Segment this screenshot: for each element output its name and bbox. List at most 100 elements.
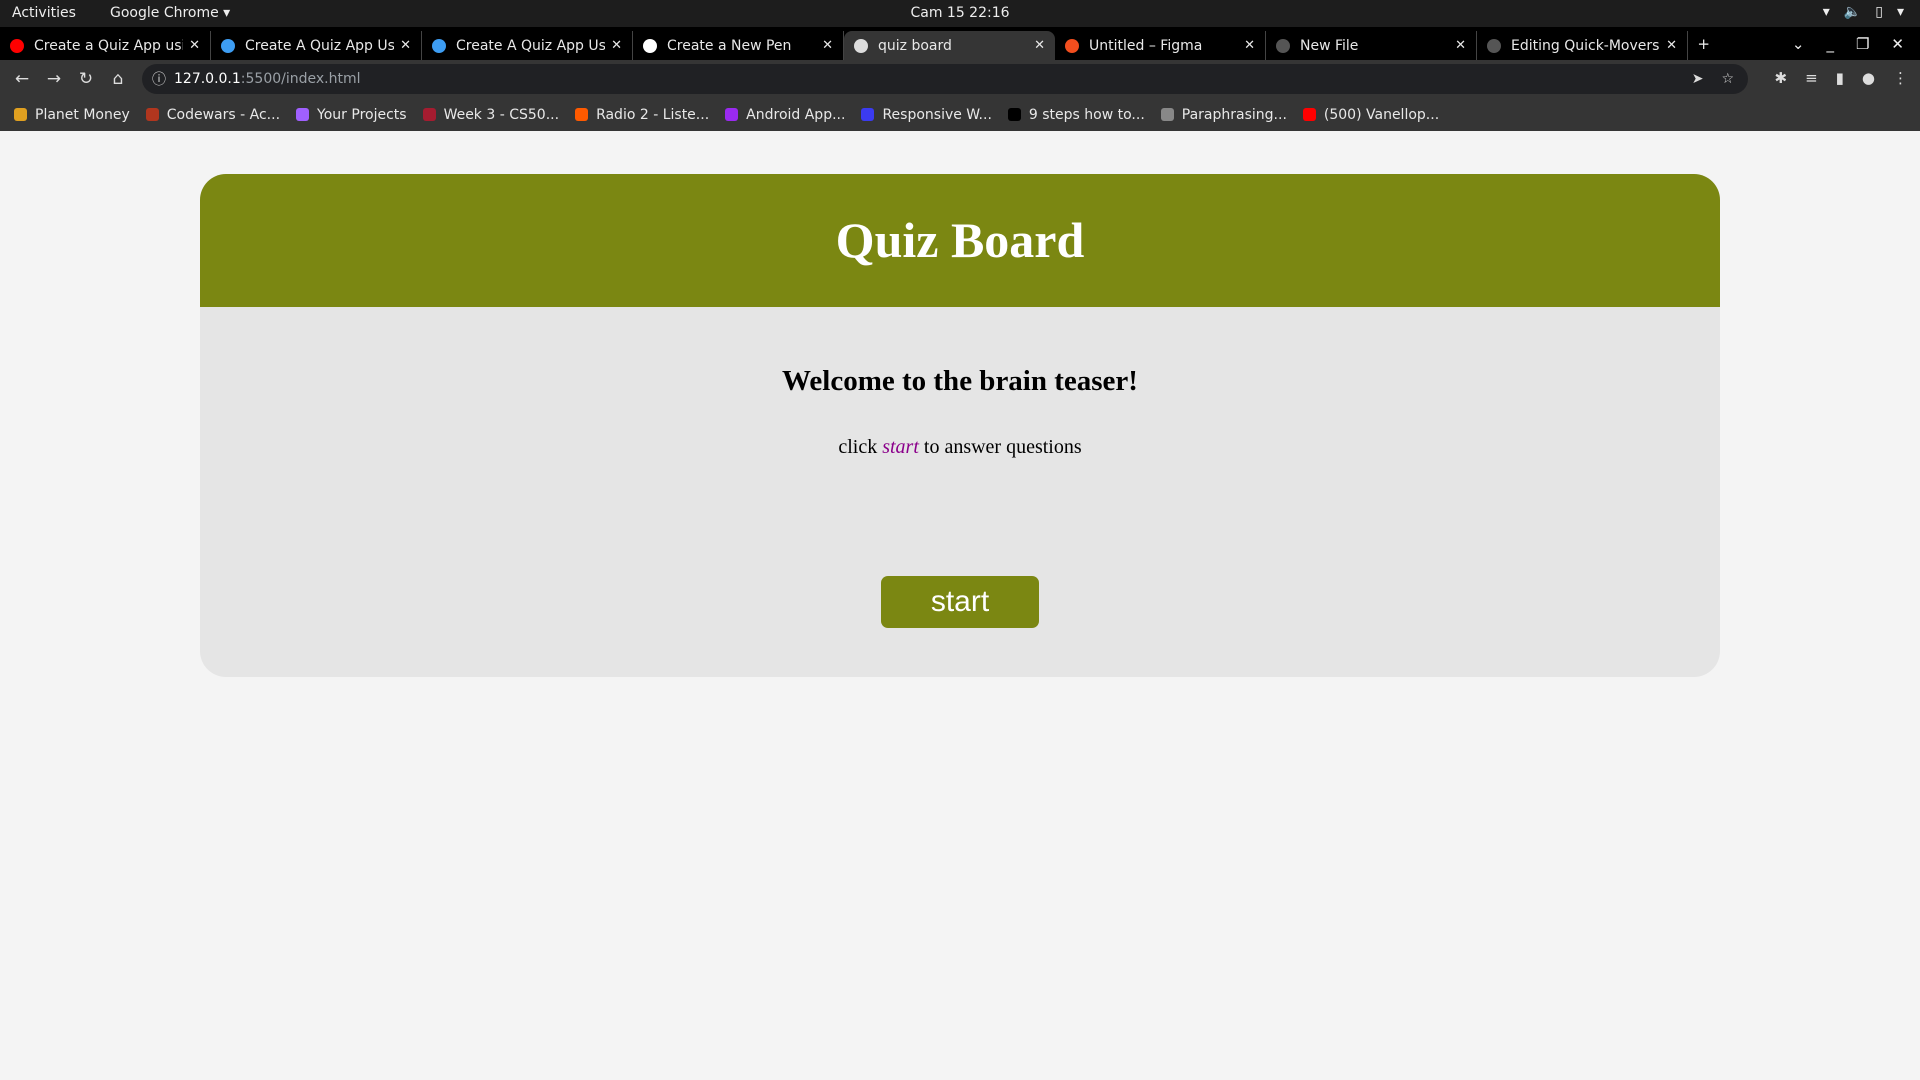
bookmark[interactable]: Responsive W... <box>861 106 992 123</box>
welcome-heading: Welcome to the brain teaser! <box>782 365 1138 397</box>
tab-title: Untitled – Figma <box>1089 37 1203 54</box>
bookmark-favicon-icon <box>1302 108 1316 121</box>
close-icon[interactable]: ✕ <box>822 38 833 53</box>
star-icon[interactable]: ☆ <box>1721 71 1734 87</box>
back-icon[interactable]: ← <box>6 69 38 89</box>
bookmark-favicon-icon <box>422 108 436 121</box>
close-window-icon[interactable]: ✕ <box>1891 35 1904 53</box>
close-icon[interactable]: ✕ <box>400 38 411 53</box>
bookmark[interactable]: Codewars - Ac... <box>145 106 281 123</box>
quiz-card: Quiz Board Welcome to the brain teaser! … <box>200 174 1720 677</box>
bookmark[interactable]: Android App... <box>725 107 845 123</box>
browser-tab[interactable]: New File ✕ <box>1266 31 1477 60</box>
favicon-icon <box>643 38 657 53</box>
bookmark-label: Week 3 - CS50... <box>443 106 560 123</box>
bookmark-label: Paraphrasing... <box>1181 106 1287 123</box>
menu-icon[interactable]: ⋮ <box>1893 69 1908 87</box>
bookmark-favicon-icon <box>861 108 875 121</box>
bookmark-label: 9 steps how to... <box>1028 106 1145 123</box>
url-host: 127.0.0.1 <box>174 71 241 87</box>
restore-icon[interactable]: ❐ <box>1856 35 1869 53</box>
url-path: :5500/index.html <box>240 71 361 87</box>
bookmark-favicon-icon <box>145 108 159 121</box>
extensions-icon[interactable]: ✱ <box>1774 69 1787 87</box>
bookmark-favicon-icon <box>725 108 739 121</box>
bookmark-label: Responsive W... <box>882 106 992 123</box>
bookmark[interactable]: Radio 2 - Liste... <box>575 107 709 123</box>
bookmark[interactable]: Paraphrasing... <box>1160 106 1287 123</box>
address-bar[interactable]: ⓘ 127.0.0.1:5500/index.html ➤ ☆ <box>142 64 1748 94</box>
bookmark-label: Codewars - Ac... <box>166 106 281 123</box>
page-title: Quiz Board <box>200 174 1720 307</box>
chevron-down-icon: ▾ <box>1896 4 1904 20</box>
tab-title: Create a Quiz App using <box>34 37 183 54</box>
tab-title: Create A Quiz App Using <box>456 37 606 54</box>
favicon-icon <box>1487 38 1501 53</box>
browser-tab[interactable]: Editing Quick-Movers ✕ <box>1477 31 1688 60</box>
tab-title: quiz board <box>878 37 952 54</box>
instr-text: to answer questions <box>918 436 1082 458</box>
close-icon[interactable]: ✕ <box>189 38 200 53</box>
info-icon[interactable]: ⓘ <box>152 69 166 89</box>
reload-icon[interactable]: ↻ <box>70 69 102 89</box>
bookmark-favicon-icon <box>296 108 310 121</box>
favicon-icon <box>10 38 24 53</box>
activities-button[interactable]: Activities <box>12 5 76 21</box>
browser-tab[interactable]: Create a New Pen ✕ <box>633 31 844 60</box>
media-icon[interactable]: ≡ <box>1805 69 1818 87</box>
close-icon[interactable]: ✕ <box>1666 38 1677 53</box>
bookmark[interactable]: 9 steps how to... <box>1007 106 1145 123</box>
tab-strip: Create a Quiz App using✕Create A Quiz Ap… <box>0 27 1920 60</box>
tab-search-icon[interactable]: ⌄ <box>1792 35 1805 53</box>
system-tray[interactable]: ▾ 🔈 ▯ ▾ <box>1823 4 1904 20</box>
close-icon[interactable]: ✕ <box>611 38 622 53</box>
favicon-icon <box>1276 38 1290 53</box>
avatar[interactable]: ● <box>1862 69 1875 87</box>
bookmark-label: Your Projects <box>317 106 407 123</box>
bookmark[interactable]: Week 3 - CS50... <box>422 106 560 123</box>
os-top-bar: Activities Google Chrome ▾ Cam 15 22:16 … <box>0 0 1920 27</box>
bookmark-favicon-icon <box>1007 108 1021 121</box>
close-icon[interactable]: ✕ <box>1034 38 1045 53</box>
clock[interactable]: Cam 15 22:16 <box>0 5 1920 21</box>
tab-title: Create a New Pen <box>667 37 792 54</box>
minimize-icon[interactable]: _ <box>1826 35 1834 53</box>
tab-title: New File <box>1300 37 1359 54</box>
bookmark[interactable]: Planet Money <box>14 107 130 123</box>
window-controls: + ⌄ _ ❐ ✕ <box>1697 27 1920 60</box>
favicon-icon <box>1065 38 1079 53</box>
browser-tab[interactable]: Create a Quiz App using ✕ <box>0 31 211 60</box>
home-icon[interactable]: ⌂ <box>102 69 134 89</box>
new-tab-icon[interactable]: + <box>1697 35 1710 53</box>
bookmark[interactable]: (500) Vanellop... <box>1302 106 1440 123</box>
instructions: click start to answer questions <box>200 436 1720 459</box>
tab-title: Editing Quick-Movers <box>1511 37 1660 54</box>
favicon-icon <box>432 38 446 53</box>
bookmark-favicon-icon <box>575 108 589 121</box>
side-panel-icon[interactable]: ▮ <box>1836 69 1844 87</box>
browser-toolbar: ← → ↻ ⌂ ⓘ 127.0.0.1:5500/index.html ➤ ☆ ✱… <box>0 60 1920 98</box>
close-icon[interactable]: ✕ <box>1244 38 1255 53</box>
bookmark-label: Planet Money <box>35 106 130 123</box>
app-menu[interactable]: Google Chrome ▾ <box>110 5 230 21</box>
favicon-icon <box>854 38 868 53</box>
instr-text: click <box>838 436 883 458</box>
browser-tab[interactable]: Create A Quiz App Using ✕ <box>422 31 633 60</box>
wifi-icon: ▾ <box>1822 4 1830 20</box>
forward-icon[interactable]: → <box>38 69 70 89</box>
favicon-icon <box>221 38 235 53</box>
bookmark[interactable]: Your Projects <box>296 107 407 123</box>
browser-tab[interactable]: Create A Quiz App Using ✕ <box>211 31 422 60</box>
instr-emphasis: start <box>882 436 919 458</box>
bookmark-label: Radio 2 - Liste... <box>596 106 710 123</box>
browser-tab[interactable]: Untitled – Figma ✕ <box>1055 31 1266 60</box>
close-icon[interactable]: ✕ <box>1455 38 1466 53</box>
bookmark-label: Android App... <box>746 106 846 123</box>
bookmark-label: (500) Vanellop... <box>1323 106 1440 123</box>
start-button[interactable]: start <box>881 576 1039 628</box>
bookmarks-bar: Planet Money Codewars - Ac... Your Project… <box>0 98 1920 131</box>
send-icon[interactable]: ➤ <box>1692 71 1704 87</box>
browser-tab[interactable]: quiz board ✕ <box>844 31 1055 60</box>
bookmark-favicon-icon <box>14 108 27 121</box>
tab-title: Create A Quiz App Using <box>245 37 395 54</box>
